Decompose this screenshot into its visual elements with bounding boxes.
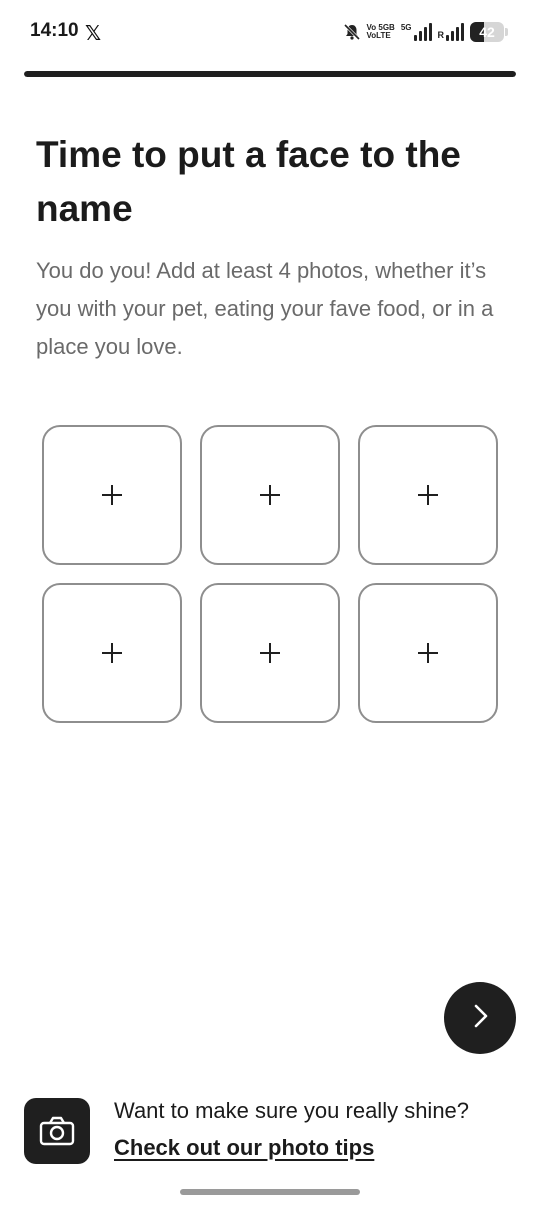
signal-5g-label: 5G [400,23,412,32]
signal-bars-sim2 [446,23,464,41]
photo-slot-1[interactable] [42,425,182,565]
signal-bars-sim1 [413,23,432,41]
mute-icon [343,23,361,41]
volte-icon: Vo 5GB VoLTE [367,24,395,40]
plus-icon [100,641,124,665]
photo-slot-4[interactable] [42,583,182,723]
onboarding-progress-bar [24,71,516,77]
signal-5g-icon: 5G [401,23,432,41]
battery-icon: 42 [470,22,504,42]
photo-slot-3[interactable] [358,425,498,565]
camera-icon [24,1098,90,1164]
photo-tips-question: Want to make sure you really shine? [114,1098,470,1123]
plus-icon [100,483,124,507]
chevron-right-icon [466,1002,494,1035]
home-indicator[interactable] [180,1189,360,1195]
page-subtitle: You do you! Add at least 4 photos, wheth… [36,258,494,359]
page-title: Time to put a face to the name [36,134,461,229]
volte-bottom-label: VoLTE [366,31,391,40]
roaming-label: R [437,30,445,40]
photo-slot-2[interactable] [200,425,340,565]
progress-fill [24,71,516,77]
screen: 14:10 𝕏 Vo 5GB VoLTE 5G R 42 Time to put… [0,0,540,1206]
plus-icon [258,483,282,507]
battery-percent: 42 [479,24,495,40]
photo-grid [42,425,498,723]
status-time: 14:10 [30,20,79,41]
status-icons: Vo 5GB VoLTE 5G R 42 [343,20,508,44]
status-bar: 14:10 𝕏 Vo 5GB VoLTE 5G R 42 [0,0,540,62]
next-button[interactable] [444,982,516,1054]
plus-icon [416,641,440,665]
plus-icon [258,641,282,665]
battery-tip [505,28,508,36]
photo-slot-6[interactable] [358,583,498,723]
signal-roaming-icon: R [437,23,464,41]
photo-slot-5[interactable] [200,583,340,723]
plus-icon [416,483,440,507]
x-app-icon: 𝕏 [85,23,102,45]
photo-tips-link[interactable]: Check out our photo tips [114,1135,374,1161]
